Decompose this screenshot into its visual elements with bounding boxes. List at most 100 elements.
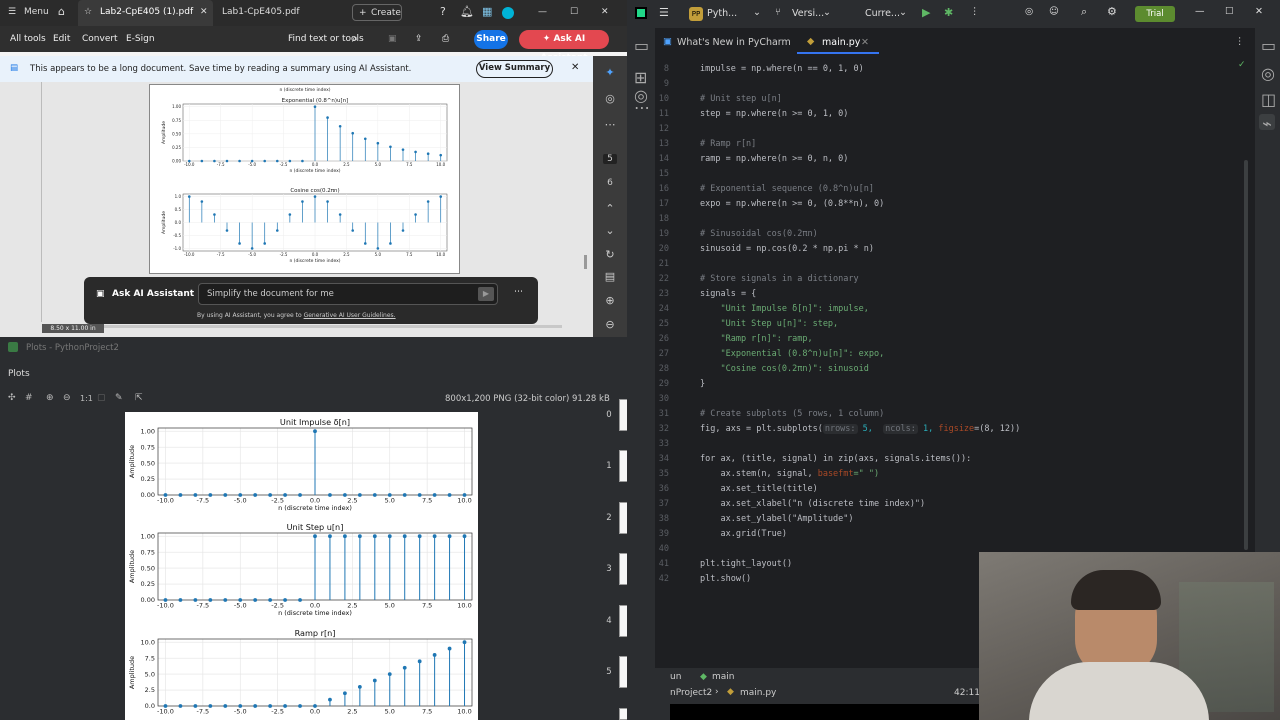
code-line[interactable]: impulse = np.where(n == 0, 1, 0) xyxy=(700,64,864,74)
code-line[interactable]: "Cosine cos(0.2πn)": sinusoid xyxy=(700,364,868,374)
code-line[interactable]: # Store signals in a dictionary xyxy=(700,274,859,284)
esign-button[interactable]: E-Sign xyxy=(126,34,155,44)
project-selector[interactable]: Pyth... xyxy=(707,8,737,19)
python-console-icon[interactable]: ⌁ xyxy=(1259,114,1275,133)
more-icon[interactable]: ⋮ xyxy=(970,6,980,17)
account-icon[interactable]: ☺ xyxy=(1049,6,1059,17)
close-window-icon[interactable]: ✕ xyxy=(1255,6,1263,17)
code-line[interactable]: fig, axs = plt.subplots(nrows: 5, ncols:… xyxy=(700,424,1020,434)
horizontal-scrollbar[interactable] xyxy=(42,325,562,328)
search-icon[interactable]: ⌕ xyxy=(1081,5,1087,19)
inspection-ok-icon[interactable]: ✓ xyxy=(1238,60,1246,70)
code-line[interactable]: # Ramp r[n] xyxy=(700,139,756,149)
run-tab-main[interactable]: main xyxy=(712,672,735,682)
star-icon[interactable]: ☆ xyxy=(84,7,92,17)
grid-icon[interactable]: # xyxy=(25,393,33,403)
main-menu-icon[interactable]: ☰ xyxy=(659,6,669,19)
print-icon[interactable]: ⎙ xyxy=(442,34,449,44)
maximize-icon[interactable]: ☐ xyxy=(1225,6,1234,17)
debug-icon[interactable]: ✱ xyxy=(944,6,953,19)
run-panel-label[interactable]: un xyxy=(670,672,681,682)
tab-lab2[interactable]: ☆ Lab2-CpE405 (1).pdf ✕ xyxy=(78,0,213,26)
code-line[interactable]: "Ramp r[n]": ramp, xyxy=(700,334,812,344)
page-number-current[interactable]: 5 xyxy=(603,154,617,164)
more-icon[interactable]: ⋯ xyxy=(603,118,617,131)
code-line[interactable]: for ax, (title, signal) in zip(axs, sign… xyxy=(700,454,971,464)
avatar[interactable] xyxy=(502,7,514,19)
ai-icon[interactable]: ◎ xyxy=(1025,6,1033,17)
minimize-icon[interactable]: — xyxy=(1195,6,1205,17)
database-icon[interactable]: ◫ xyxy=(1261,90,1276,109)
breadcrumb-file[interactable]: main.py xyxy=(740,688,776,698)
send-icon[interactable]: ▶ xyxy=(478,287,494,301)
apps-grid-icon[interactable]: ▦ xyxy=(482,5,492,18)
zoom-in-icon[interactable]: ⊕ xyxy=(46,393,54,403)
notifications-icon[interactable]: ▭ xyxy=(1261,36,1276,55)
search-icon[interactable]: ⌕ xyxy=(352,32,358,46)
code-line[interactable]: ax.stem(n, signal, basefmt=" ") xyxy=(700,469,879,479)
upload-icon[interactable]: ⇪ xyxy=(415,34,423,44)
chevron-down-icon[interactable]: ⌄ xyxy=(603,224,617,237)
run-icon[interactable]: ▶ xyxy=(922,6,930,19)
ai-panel-icon[interactable]: ✦ xyxy=(603,66,617,79)
code-line[interactable]: ax.set_xlabel("n (discrete time index)") xyxy=(700,499,925,509)
close-tab-icon[interactable]: ✕ xyxy=(200,7,208,17)
code-line[interactable]: "Exponential (0.8^n)u[n]": expo, xyxy=(700,349,884,359)
vcs-selector[interactable]: Versi... xyxy=(792,8,824,19)
minimize-icon[interactable]: — xyxy=(538,7,547,17)
fit-window-icon[interactable]: ▢ xyxy=(97,393,106,403)
editor-scrollbar[interactable] xyxy=(1244,160,1248,550)
edit-button[interactable]: Edit xyxy=(53,34,70,44)
code-line[interactable]: plt.tight_layout() xyxy=(700,559,792,569)
code-line[interactable]: signals = { xyxy=(700,289,756,299)
code-line[interactable]: # Sinusoidal cos(0.2πn) xyxy=(700,229,818,239)
help-icon[interactable]: ? xyxy=(440,5,446,18)
zoom-in-icon[interactable]: ⊕ xyxy=(603,294,617,307)
all-tools-button[interactable]: All tools xyxy=(10,34,46,44)
fit-icon[interactable]: ✣ xyxy=(8,393,16,403)
share-button[interactable]: Share xyxy=(474,30,508,49)
breadcrumb-project[interactable]: nProject2 xyxy=(670,688,712,698)
code-line[interactable]: step = np.where(n >= 0, 1, 0) xyxy=(700,109,848,119)
code-line[interactable]: # Unit step u[n] xyxy=(700,94,782,104)
code-line[interactable]: } xyxy=(700,379,705,389)
tab-lab1[interactable]: Lab1-CpE405.pdf xyxy=(222,7,300,17)
more-options-icon[interactable]: ⋯ xyxy=(514,287,523,297)
zoom-out-icon[interactable]: ⊖ xyxy=(603,318,617,331)
document-icon[interactable]: ▤ xyxy=(603,270,617,283)
code-line[interactable]: plt.show() xyxy=(700,574,751,584)
vertical-scrollbar[interactable] xyxy=(584,255,587,269)
code-line[interactable]: # Create subplots (5 rows, 1 column) xyxy=(700,409,884,419)
close-window-icon[interactable]: ✕ xyxy=(601,7,609,17)
code-line[interactable]: ax.grid(True) xyxy=(700,529,787,539)
trial-badge[interactable]: Trial xyxy=(1135,6,1175,22)
page-number-next[interactable]: 6 xyxy=(603,178,617,188)
save-icon[interactable]: ▣ xyxy=(388,34,397,44)
comment-icon[interactable]: ◎ xyxy=(603,92,617,105)
ai-prompt-input[interactable]: Simplify the document for me xyxy=(198,283,498,305)
code-line[interactable]: ax.set_ylabel("Amplitude") xyxy=(700,514,853,524)
tab-main-py[interactable]: ◆ main.py ✕ xyxy=(797,30,879,54)
export-icon[interactable]: ⇱ xyxy=(135,393,143,403)
chevron-up-icon[interactable]: ⌃ xyxy=(603,202,617,215)
convert-button[interactable]: Convert xyxy=(82,34,118,44)
view-summary-button[interactable]: View Summary xyxy=(476,60,553,78)
bell-icon[interactable]: 🔔︎ xyxy=(460,5,474,18)
terms-link[interactable]: Generative AI User Guidelines. xyxy=(304,312,396,319)
code-line[interactable]: ramp = np.where(n >= 0, n, 0) xyxy=(700,154,848,164)
settings-icon[interactable]: ⚙ xyxy=(1107,5,1117,18)
create-button[interactable]: + Create xyxy=(352,4,402,21)
pencil-icon[interactable]: ✎ xyxy=(115,393,123,403)
ask-ai-button[interactable]: ✦ Ask AI Assistant xyxy=(519,30,609,63)
code-line[interactable]: ax.set_title(title) xyxy=(700,484,817,494)
home-icon[interactable]: ⌂ xyxy=(58,5,65,18)
code-line[interactable]: expo = np.where(n >= 0, (0.8**n), 0) xyxy=(700,199,884,209)
tab-whats-new[interactable]: What's New in PyCharm xyxy=(677,37,791,48)
actual-size-button[interactable]: 1:1 xyxy=(80,394,93,403)
run-config-selector[interactable]: Curre... xyxy=(865,8,900,19)
code-line[interactable]: # Exponential sequence (0.8^n)u[n] xyxy=(700,184,874,194)
code-line[interactable]: "Unit Impulse δ[n]": impulse, xyxy=(700,304,868,314)
code-line[interactable]: "Unit Step u[n]": step, xyxy=(700,319,838,329)
menu-button[interactable]: Menu xyxy=(24,7,49,17)
hamburger-icon[interactable]: ☰ xyxy=(8,7,16,17)
